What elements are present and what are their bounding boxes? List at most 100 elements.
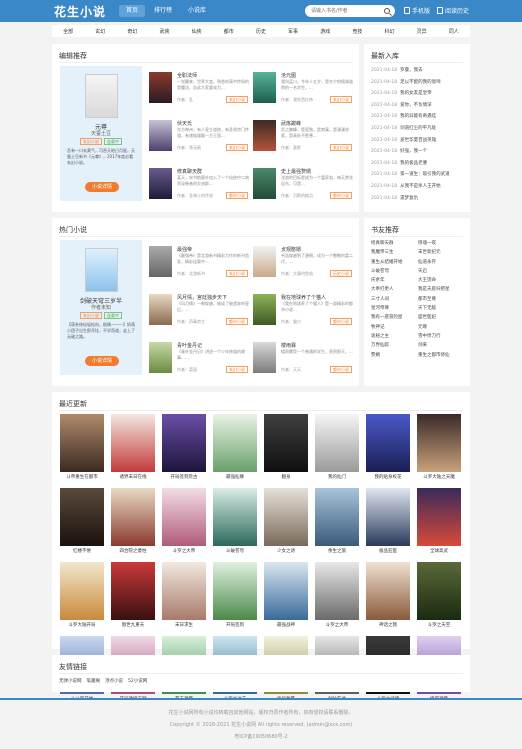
- book-name[interactable]: 贞观憨婿: [281, 246, 301, 253]
- book-title[interactable]: 我的仙门: [315, 474, 359, 480]
- book-card[interactable]: 斗罗大陆开局: [60, 562, 104, 628]
- book-name[interactable]: 史上最强赘婿: [281, 168, 311, 175]
- book-cover[interactable]: [253, 294, 276, 325]
- book-name[interactable]: 沧元图: [281, 72, 296, 79]
- book-cover[interactable]: [366, 488, 410, 546]
- book-cover[interactable]: [315, 488, 359, 546]
- book-card[interactable]: 傲世九重天: [111, 562, 155, 628]
- book-item[interactable]: 青叶金丹记 《青叶金丹记》讲述一个少年修道的故事，... 作者：菜园 玄幻小说: [149, 342, 251, 384]
- book-title[interactable]: 斗帝重生在都市: [60, 474, 104, 480]
- book-card[interactable]: 斗罗之大帝: [315, 562, 359, 628]
- category-item[interactable]: 奇幻: [127, 28, 137, 35]
- book-card[interactable]: 诸界末日在线: [111, 414, 155, 480]
- book-name[interactable]: 风月情，宫廷独步天下: [177, 294, 227, 301]
- category-item[interactable]: 都市: [224, 28, 234, 35]
- book-item[interactable]: 史上最强赘婿 沈浪的目标是成为一个富家翁，每天赏花逗鸟，可是... 作者：沉默的糕点…: [253, 168, 355, 210]
- book-card[interactable]: 神话之我: [366, 562, 410, 628]
- book-title[interactable]: 斗罗之大帝: [162, 548, 206, 554]
- book-title[interactable]: 傲世九重天: [111, 622, 155, 628]
- list-item[interactable]: 2021-04-18 我的极品老婆: [371, 160, 465, 172]
- list-name[interactable]: 盖世华夏百战英雄: [400, 138, 436, 143]
- list-item[interactable]: 2021-04-18 第一道生：吸引我的武道: [371, 171, 465, 183]
- list-name[interactable]: 爱你，不负情深: [400, 103, 432, 108]
- book-item[interactable]: 修真聊天群 某天，宋书航意外加入了一个仙侠中二病资深患者的交流群... 作者：圣骑士…: [149, 168, 251, 210]
- book-card[interactable]: 斗帝重生在都市: [60, 414, 104, 480]
- book-name[interactable]: 全职法师: [177, 72, 197, 79]
- book-name[interactable]: 修真聊天群: [177, 168, 202, 175]
- site-logo[interactable]: 花生小说: [54, 3, 106, 20]
- search-icon[interactable]: [384, 8, 390, 14]
- recommend-item[interactable]: 星河帝尊: [371, 305, 418, 311]
- book-item[interactable]: 全职法师 一觉醒来，世界大变。熟悉的高中传授的是魔法，告诉大家要成为... 作者：乱…: [149, 72, 251, 114]
- book-item[interactable]: 沧元图 我叫孟川，今年十五岁，是东宁府镜湖道院的一名学生，... 作者：我吃西红柿 玄…: [253, 72, 355, 114]
- list-name[interactable]: 剑道红尘的平凡处: [400, 126, 436, 131]
- book-card[interactable]: 斗罗之大帝: [162, 488, 206, 554]
- book-title[interactable]: 最强战神: [264, 622, 308, 628]
- book-cover[interactable]: [253, 342, 276, 373]
- category-item[interactable]: 科幻: [384, 28, 394, 35]
- history-link[interactable]: 阅读历史: [437, 6, 469, 15]
- category-item[interactable]: 玄幻: [95, 28, 105, 35]
- recommend-item[interactable]: 斗破苍穹: [371, 268, 418, 274]
- book-cover[interactable]: [417, 488, 461, 546]
- book-title[interactable]: 诸界末日在线: [111, 474, 155, 480]
- recommend-item[interactable]: 赘婿: [371, 352, 418, 358]
- recommend-item[interactable]: 天启: [418, 268, 465, 274]
- book-item[interactable]: 风月情，宫廷独步天下 《风月情》一朝穿越，她成了被遗弃的皇后，... 作者：药毒宗主…: [149, 294, 251, 336]
- book-cover[interactable]: [417, 414, 461, 472]
- book-cover[interactable]: [149, 72, 172, 103]
- nav-library[interactable]: 小说库: [181, 5, 213, 17]
- book-title[interactable]: 神话之我: [366, 622, 410, 628]
- book-title[interactable]: 斗罗大陆开局: [60, 622, 104, 628]
- book-card[interactable]: 红楼不倦: [60, 488, 104, 554]
- mobile-link[interactable]: 手机版: [404, 6, 430, 15]
- book-card[interactable]: 斗罗大陆之天魔: [417, 414, 461, 480]
- book-card[interactable]: 最强战神: [264, 562, 308, 628]
- book-title[interactable]: 极品狂医: [366, 548, 410, 554]
- book-title[interactable]: 我的贴身校花: [366, 474, 410, 480]
- recommend-item[interactable]: 剑来: [418, 342, 465, 348]
- list-name[interactable]: 罗曼，我去: [400, 68, 423, 73]
- recommend-item[interactable]: 庆余年: [371, 277, 418, 283]
- book-cover[interactable]: [315, 414, 359, 472]
- category-item[interactable]: 仙侠: [192, 28, 202, 35]
- list-item[interactable]: 2021-04-18 剑道红尘的平凡处: [371, 125, 465, 137]
- book-item[interactable]: 贞观憨婿 韦浩穿越到了唐朝，成为一个憨憨的富二代，... 作者：大唐钓鱼翁 历史小说: [253, 246, 355, 288]
- book-card[interactable]: 我的贴身校花: [366, 414, 410, 480]
- recommend-item[interactable]: 我有一座冒险屋: [371, 314, 418, 320]
- book-title[interactable]: 少女之诗: [264, 548, 308, 554]
- book-cover[interactable]: [213, 488, 257, 546]
- detail-button[interactable]: 小说详情: [85, 182, 119, 192]
- book-cover[interactable]: [366, 414, 410, 472]
- book-title[interactable]: 斗罗之天空: [417, 622, 461, 628]
- book-cover[interactable]: [60, 562, 104, 620]
- recommend-item[interactable]: 重生从结婚开始: [371, 259, 418, 265]
- category-item[interactable]: 军事: [288, 28, 298, 35]
- book-title[interactable]: 余生之旅: [315, 548, 359, 554]
- book-card[interactable]: 最强仙尊: [213, 414, 257, 480]
- list-name[interactable]: 我的女友是皇帝: [400, 91, 432, 96]
- list-item[interactable]: 2021-04-18 盖世华夏百战英雄: [371, 137, 465, 149]
- book-cover[interactable]: [111, 562, 155, 620]
- recommend-item[interactable]: 都市至尊: [418, 296, 465, 302]
- recommend-item[interactable]: 修真聊天群: [371, 240, 418, 246]
- list-name[interactable]: 我的极品老婆: [400, 161, 427, 166]
- book-cover[interactable]: [149, 168, 172, 199]
- recommend-item[interactable]: 元尊: [418, 324, 465, 330]
- book-cover[interactable]: [111, 488, 155, 546]
- book-cover[interactable]: [417, 562, 461, 620]
- recommend-item[interactable]: 盛世医妃: [418, 314, 465, 320]
- book-cover[interactable]: [264, 414, 308, 472]
- book-cover[interactable]: [162, 562, 206, 620]
- book-cover[interactable]: [366, 562, 410, 620]
- book-title[interactable]: 翻身: [264, 474, 308, 480]
- book-name[interactable]: 武炼巅峰: [281, 120, 301, 127]
- book-name[interactable]: 伏天氏: [177, 120, 192, 127]
- featured-cover[interactable]: [85, 74, 118, 118]
- list-item[interactable]: 2021-04-18 罗曼，我去: [371, 67, 465, 79]
- book-card[interactable]: 余生之旅: [315, 488, 359, 554]
- category-item[interactable]: 竞技: [352, 28, 362, 35]
- list-name[interactable]: 好强，我一个: [400, 149, 427, 154]
- recommend-item[interactable]: 仙道永存: [418, 259, 465, 265]
- book-item[interactable]: 楼雨霖 楼雨霖是一个普通的学生，直到那天，... 作者：天天 都市小说: [253, 342, 355, 384]
